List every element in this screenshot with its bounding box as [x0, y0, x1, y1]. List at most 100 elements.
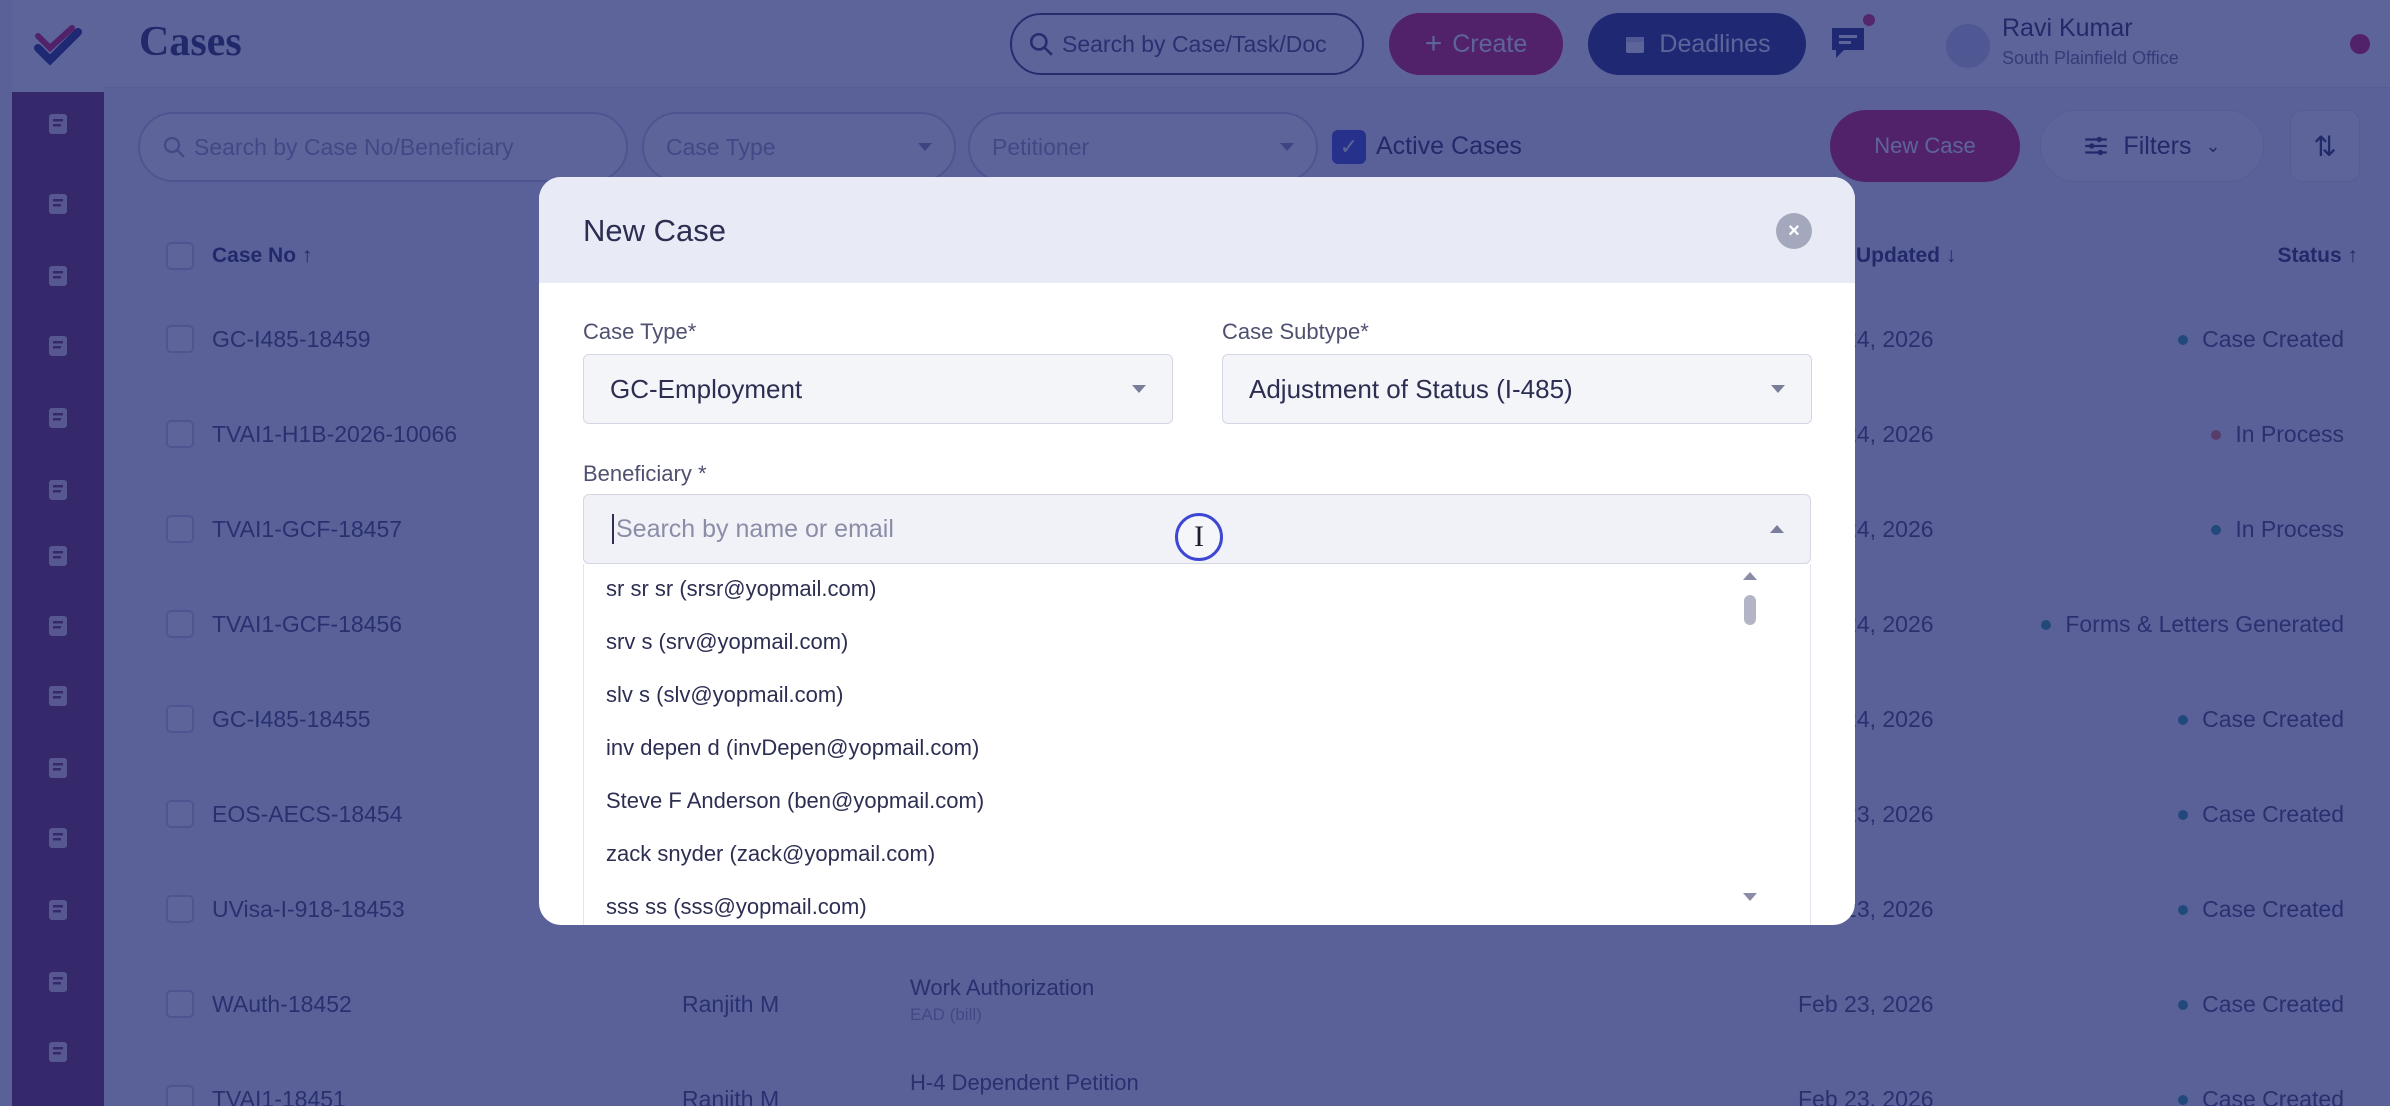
updated-date: Feb 23, 2026 [1798, 1086, 1934, 1106]
case-number[interactable]: GC-I485-18455 [212, 706, 371, 733]
column-header-case-no[interactable]: Case No ↑ [212, 244, 312, 268]
close-icon[interactable]: × [1776, 213, 1812, 249]
row-checkbox[interactable] [166, 420, 194, 448]
report-icon[interactable] [42, 402, 74, 434]
sort-toggle-button[interactable]: ⇅ [2290, 110, 2360, 182]
note-icon[interactable] [42, 1036, 74, 1068]
global-search-input[interactable]: Search by Case/Task/Doc [1010, 13, 1364, 75]
messages-icon[interactable] [1826, 20, 1870, 64]
case-subtype: EAD (bill) [910, 1005, 982, 1024]
dashboard-icon[interactable] [42, 108, 74, 140]
table-row[interactable]: TVAI1-18451 Ranjith M H-4 Dependent Petiti… [138, 1054, 2368, 1106]
case-search-input[interactable]: Search by Case No/Beneficiary [138, 112, 628, 182]
new-case-button[interactable]: New Case [1830, 110, 2020, 182]
checkmark-icon: ✓ [1339, 134, 1359, 159]
document-icon[interactable] [42, 260, 74, 292]
case-number[interactable]: EOS-AECS-18454 [212, 801, 402, 828]
deadlines-button[interactable]: Deadlines [1588, 13, 1806, 75]
deadlines-label: Deadlines [1659, 29, 1771, 58]
beneficiary-option[interactable]: zack snyder (zack@yopmail.com) [606, 841, 935, 867]
case-number[interactable]: GC-I485-18459 [212, 326, 371, 353]
folder-icon[interactable] [42, 966, 74, 998]
table-row[interactable]: WAuth-18452 Ranjith M Work Authorization EA… [138, 959, 2368, 1054]
beneficiary-option[interactable]: srv s (srv@yopmail.com) [606, 629, 848, 655]
status-text: In Process [2235, 421, 2344, 447]
status-dot [2211, 524, 2222, 535]
case-type-select[interactable]: GC-Employment [583, 354, 1173, 424]
status-dot [2041, 619, 2052, 630]
updated-date: Feb 23, 2026 [1798, 991, 1934, 1017]
scroll-down-arrow-icon[interactable] [1743, 893, 1757, 901]
status-text: Case Created [2202, 991, 2344, 1017]
status-badge: Forms & Letters Generated [2041, 611, 2344, 638]
beneficiary-option[interactable]: inv depen d (invDepen@yopmail.com) [606, 735, 979, 761]
chevron-down-icon [918, 143, 932, 151]
case-number[interactable]: TVAI1-GCF-18457 [212, 516, 402, 543]
status-text: In Process [2235, 516, 2344, 542]
beneficiary-option[interactable]: sr sr sr (srsr@yopmail.com) [606, 576, 876, 602]
row-checkbox[interactable] [166, 800, 194, 828]
row-checkbox[interactable] [166, 705, 194, 733]
status-dot [2211, 429, 2222, 440]
beneficiary-option[interactable]: Steve F Anderson (ben@yopmail.com) [606, 788, 984, 814]
global-search-placeholder: Search by Case/Task/Doc [1062, 30, 1327, 57]
create-button[interactable]: + Create [1389, 13, 1563, 75]
case-number[interactable]: TVAI1-H1B-2026-10066 [212, 421, 457, 448]
petitioner-filter[interactable]: Petitioner [968, 112, 1318, 182]
status-badge: In Process [2211, 516, 2344, 543]
column-header-updated[interactable]: Updated ↓ [1856, 244, 1956, 268]
select-all-checkbox[interactable] [166, 242, 194, 270]
user-menu-chevron-icon[interactable] [2350, 34, 2370, 54]
row-checkbox[interactable] [166, 1085, 194, 1106]
chevron-down-icon [1280, 143, 1294, 151]
row-checkbox[interactable] [166, 895, 194, 923]
case-subtype-select[interactable]: Adjustment of Status (I-485) [1222, 354, 1812, 424]
beneficiary-option[interactable]: sss ss (sss@yopmail.com) [606, 894, 867, 920]
case-type-value: GC-Employment [610, 373, 803, 404]
beneficiary-option[interactable]: slv s (slv@yopmail.com) [606, 682, 843, 708]
building-icon[interactable] [42, 680, 74, 712]
scroll-up-arrow-icon[interactable] [1743, 572, 1757, 580]
chat-icon[interactable] [42, 474, 74, 506]
active-cases-label: Active Cases [1376, 132, 1522, 160]
status-text: Forms & Letters Generated [2065, 611, 2344, 637]
dropdown-scrollbar[interactable] [1744, 595, 1756, 625]
app-logo[interactable] [12, 0, 104, 92]
status-dot [2178, 904, 2189, 915]
status-text: Case Created [2202, 1086, 2344, 1106]
chevron-up-icon [1770, 525, 1784, 533]
form-icon[interactable] [42, 540, 74, 572]
case-type-filter-placeholder: Case Type [666, 133, 776, 160]
users-icon[interactable] [42, 894, 74, 926]
page-title: Cases [139, 19, 242, 65]
case-number[interactable]: UVisa-I-918-18453 [212, 896, 405, 923]
column-header-status[interactable]: Status ↑ [2277, 244, 2358, 268]
status-text: Case Created [2202, 896, 2344, 922]
search-icon [1029, 32, 1053, 56]
notification-dot [1863, 14, 1875, 26]
user-name: Ravi Kumar [2002, 14, 2133, 42]
case-number[interactable]: TVAI1-GCF-18456 [212, 611, 402, 638]
row-checkbox[interactable] [166, 990, 194, 1018]
row-checkbox[interactable] [166, 515, 194, 543]
case-number[interactable]: TVAI1-18451 [212, 1086, 346, 1106]
status-text: Case Created [2202, 801, 2344, 827]
status-dot [2178, 714, 2189, 725]
filters-button[interactable]: Filters ⌄ [2040, 110, 2264, 182]
text-caret [612, 514, 614, 544]
row-checkbox[interactable] [166, 610, 194, 638]
status-dot [2178, 809, 2189, 820]
files-icon[interactable] [42, 330, 74, 362]
row-checkbox[interactable] [166, 325, 194, 353]
user-icon[interactable] [42, 822, 74, 854]
shield-icon[interactable] [42, 752, 74, 784]
status-badge: Case Created [2178, 896, 2344, 923]
sidebar [12, 0, 104, 1106]
case-type-filter[interactable]: Case Type [642, 112, 956, 182]
case-number[interactable]: WAuth-18452 [212, 991, 352, 1018]
avatar[interactable] [1946, 24, 1990, 68]
active-cases-checkbox[interactable]: ✓ [1332, 130, 1366, 164]
briefcase-icon[interactable] [42, 188, 74, 220]
transfer-icon[interactable] [42, 610, 74, 642]
status-dot [2178, 334, 2189, 345]
